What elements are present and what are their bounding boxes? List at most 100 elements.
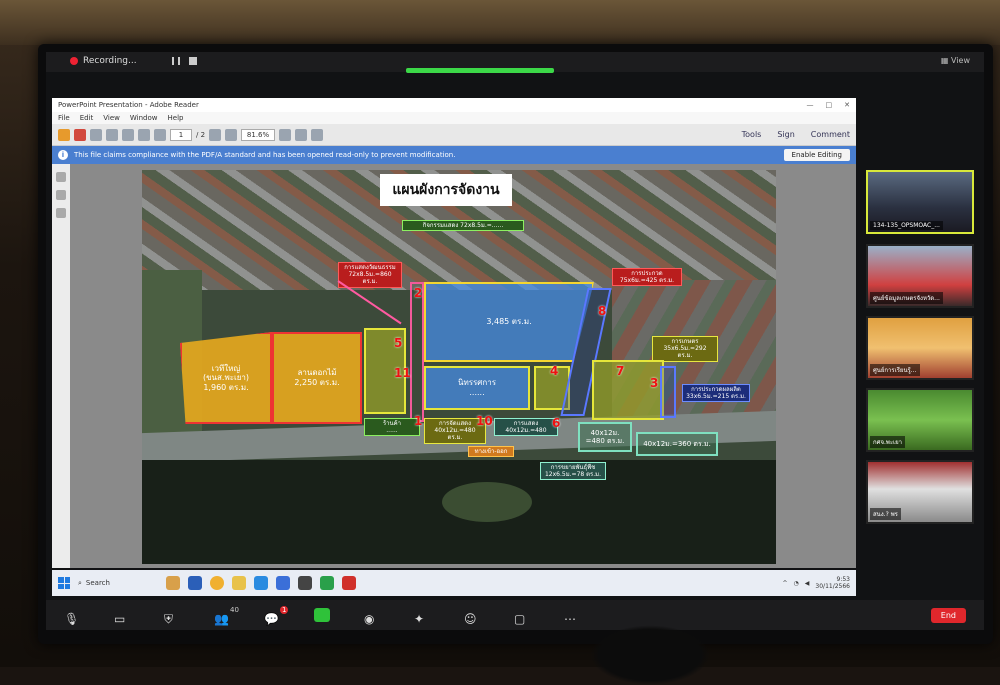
attachments-icon[interactable] bbox=[56, 208, 66, 218]
folder-icon[interactable] bbox=[232, 576, 246, 590]
media-player-icon[interactable] bbox=[298, 576, 312, 590]
whiteboard-button[interactable]: ▢ bbox=[514, 608, 530, 626]
end-meeting-button[interactable]: End bbox=[930, 607, 966, 623]
chrome-icon[interactable] bbox=[210, 576, 224, 590]
next-page-icon[interactable] bbox=[154, 128, 166, 141]
pause-icon[interactable] bbox=[171, 57, 180, 65]
chevron-up-icon[interactable]: ^ bbox=[783, 580, 788, 587]
record-icon: ◉ bbox=[364, 612, 375, 626]
fullscreen-icon[interactable] bbox=[311, 128, 324, 141]
taskbar-search[interactable]: ⌕ Search bbox=[78, 579, 158, 588]
more-button[interactable]: ⋯ bbox=[564, 608, 580, 626]
menu-window[interactable]: Window bbox=[130, 114, 158, 122]
save-icon[interactable] bbox=[90, 128, 102, 141]
zone-number-4: 4 bbox=[550, 364, 559, 378]
participant-tile-3[interactable]: ศูนย์การเรียนรู้... bbox=[866, 316, 974, 380]
more-icon: ⋯ bbox=[564, 612, 576, 626]
chat-button[interactable]: 💬 1 bbox=[264, 606, 289, 626]
label-right-green: การเกษตร 35x6.5ม.=292 ตร.ม. bbox=[652, 336, 718, 362]
menu-file[interactable]: File bbox=[58, 114, 70, 122]
create-pdf-icon[interactable] bbox=[74, 128, 86, 141]
participant-name: ศูนย์ข้อมูลเกษตรจังหวัด... bbox=[870, 292, 943, 304]
zone-number-7: 7 bbox=[616, 364, 625, 378]
maximize-button[interactable]: □ bbox=[826, 101, 833, 109]
zone-teal-1: 40x12ม. =480 ตร.ม. bbox=[578, 422, 632, 452]
reactions-button[interactable]: ✦ bbox=[414, 608, 430, 626]
fit-page-icon[interactable] bbox=[279, 128, 292, 141]
participant-tile-2[interactable]: ศูนย์ข้อมูลเกษตรจังหวัด... bbox=[866, 244, 974, 308]
menu-bar: File Edit View Window Help bbox=[52, 112, 856, 124]
search-icon: ⌕ bbox=[78, 578, 82, 587]
acrobat-taskbar-icon[interactable] bbox=[342, 576, 356, 590]
close-button[interactable]: ✕ bbox=[844, 101, 850, 109]
record-button[interactable]: ◉ bbox=[364, 608, 380, 626]
participant-name: 134-135_OPSMOAC_... bbox=[870, 221, 943, 230]
acrobat-titlebar: PowerPoint Presentation - Adobe Reader —… bbox=[52, 98, 856, 112]
stop-icon[interactable] bbox=[188, 57, 197, 65]
widget-icon[interactable] bbox=[166, 576, 180, 590]
participant-name: กศจ.พะเยา bbox=[870, 436, 905, 448]
video-button[interactable]: ▭ bbox=[114, 608, 130, 626]
share-screen-button[interactable] bbox=[314, 608, 330, 622]
wifi-icon[interactable]: ◔ bbox=[794, 580, 799, 587]
satellite-island bbox=[442, 482, 532, 522]
print-icon[interactable] bbox=[106, 128, 118, 141]
apps-button[interactable]: ☺ bbox=[464, 608, 480, 626]
screen: Recording... ▦ View PowerPoint Presentat… bbox=[46, 52, 984, 630]
system-tray: ^ ◔ ◀ 9:53 30/11/2566 bbox=[783, 576, 851, 590]
participant-tile-1[interactable]: 134-135_OPSMOAC_... bbox=[866, 170, 974, 234]
menu-view[interactable]: View bbox=[103, 114, 120, 122]
label-bottom-row-1: ร้านค้า ...... bbox=[364, 418, 420, 437]
navigation-rail bbox=[52, 164, 70, 568]
participant-tile-5[interactable]: สนง.? พร bbox=[866, 460, 974, 524]
zoom-controls: 🎙 ▭ ⛨ 👥 40 💬 1 ◉ ✦ ☺ ▢ ⋯ End bbox=[46, 600, 984, 630]
open-icon[interactable] bbox=[58, 128, 70, 141]
zone-number-1: 1 bbox=[414, 414, 423, 428]
zoom-level-select[interactable]: 81.6% bbox=[241, 128, 276, 141]
participants-button[interactable]: 👥 40 bbox=[214, 606, 239, 626]
zoom-out-icon[interactable] bbox=[209, 128, 222, 141]
wall bbox=[0, 0, 1000, 45]
zone-number-2: 2 bbox=[414, 286, 423, 300]
menu-help[interactable]: Help bbox=[168, 114, 184, 122]
zone-number-10: 10 bbox=[476, 414, 493, 428]
edge-icon[interactable] bbox=[254, 576, 268, 590]
label-right-blue: การประกวดผลผลิต 33x6.5ม.=215 ตร.ม. bbox=[682, 384, 750, 403]
screen-share-indicator[interactable] bbox=[406, 68, 554, 73]
prev-page-icon[interactable] bbox=[138, 128, 150, 141]
people-icon: 👥 bbox=[214, 612, 229, 626]
label-entrance: ทางเข้า-ออก bbox=[468, 446, 514, 458]
label-top-center: กิจกรรมแสดง 72x8.5ม.=...... bbox=[402, 220, 524, 232]
menu-edit[interactable]: Edit bbox=[80, 114, 94, 122]
fit-width-icon[interactable] bbox=[295, 128, 308, 141]
info-icon: i bbox=[58, 150, 68, 160]
comment-button[interactable]: Comment bbox=[811, 130, 850, 139]
email-icon[interactable] bbox=[122, 128, 134, 141]
document-area[interactable]: แผนผังการจัดงาน กิจกรรมแสดง 72x8.5ม.=...… bbox=[52, 164, 856, 568]
zoom-app-icon[interactable] bbox=[276, 576, 290, 590]
bookmarks-icon[interactable] bbox=[56, 190, 66, 200]
zone-number-8: 8 bbox=[598, 304, 607, 318]
label-top-left: การแสดงวัฒนธรรม 72x8.5ม.=860 ตร.ม. bbox=[338, 262, 402, 288]
participant-tile-4[interactable]: กศจ.พะเยา bbox=[866, 388, 974, 452]
zoom-in-icon[interactable] bbox=[225, 128, 238, 141]
microphone-button[interactable]: 🎙 bbox=[64, 608, 80, 626]
windows-start-icon[interactable] bbox=[58, 577, 70, 589]
record-dot-icon bbox=[70, 57, 78, 65]
whiteboard-icon: ▢ bbox=[514, 612, 526, 626]
view-button[interactable]: ▦ View bbox=[941, 56, 970, 65]
microphone-icon: 🎙 bbox=[64, 612, 80, 626]
word-icon[interactable] bbox=[188, 576, 202, 590]
minimize-button[interactable]: — bbox=[807, 101, 814, 109]
sign-button[interactable]: Sign bbox=[777, 130, 794, 139]
clock[interactable]: 9:53 30/11/2566 bbox=[815, 576, 850, 590]
volume-icon[interactable]: ◀ bbox=[805, 580, 810, 587]
security-button[interactable]: ⛨ bbox=[164, 608, 180, 626]
page-number-input[interactable]: 1 bbox=[170, 128, 192, 141]
app-icon-green[interactable] bbox=[320, 576, 334, 590]
tools-button[interactable]: Tools bbox=[742, 130, 762, 139]
enable-editing-button[interactable]: Enable Editing bbox=[783, 149, 850, 161]
slide-title: แผนผังการจัดงาน bbox=[380, 174, 512, 206]
chat-icon: 💬 bbox=[264, 612, 279, 626]
page-thumbnails-icon[interactable] bbox=[56, 172, 66, 182]
